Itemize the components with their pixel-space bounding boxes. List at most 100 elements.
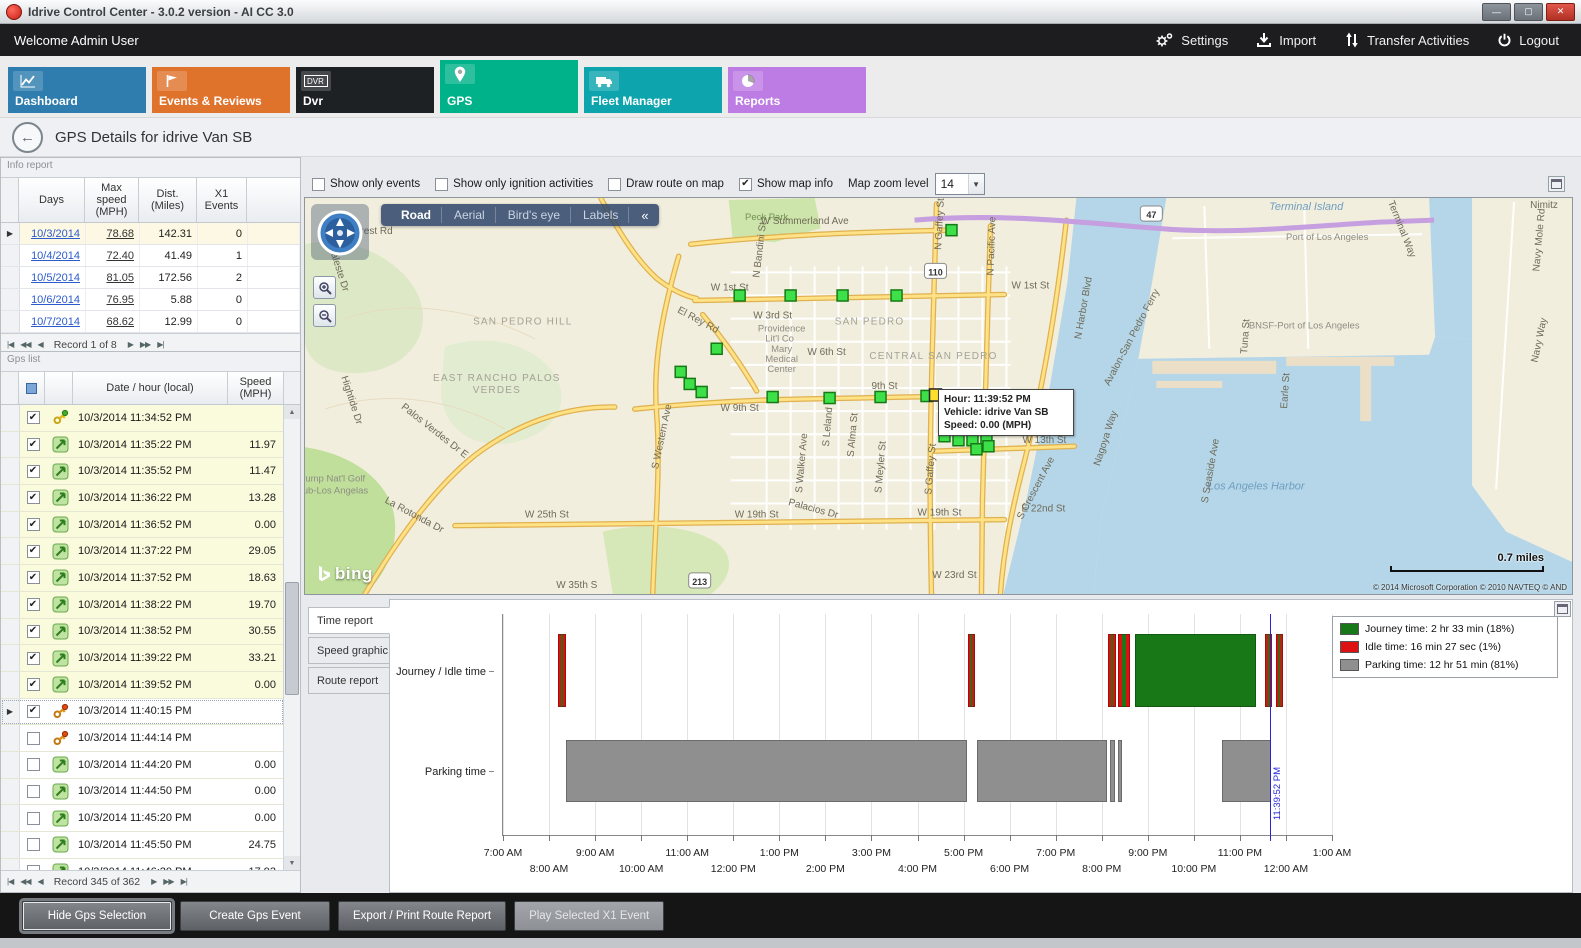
info-report-row[interactable]: 10/6/201476.955.880 — [1, 289, 300, 311]
gps-list-row[interactable]: 10/3/2014 11:46:20 PM17.93 — [1, 859, 284, 870]
pager-prev-page-icon[interactable]: ◀◀ — [20, 877, 30, 886]
gps-list-scrollbar[interactable]: ▲ ▼ — [283, 405, 300, 870]
map-panel[interactable]: Crest RdPeck ParkW Summerland AveMirales… — [304, 197, 1573, 595]
menu-item-import[interactable]: Import — [1256, 32, 1316, 48]
bing-logo[interactable]: bing — [318, 564, 373, 584]
gps-row-checkbox[interactable] — [27, 785, 40, 798]
map-zoom-in-button[interactable] — [313, 276, 336, 299]
max-speed-link[interactable]: 72.40 — [106, 250, 134, 262]
map-mode-aerial[interactable]: Aerial — [444, 207, 496, 223]
report-tab-speed-graphic[interactable]: Speed graphic — [308, 637, 390, 664]
info-report-row[interactable]: 10/7/201468.6212.990 — [1, 311, 300, 333]
max-speed-link[interactable]: 68.62 — [106, 316, 134, 328]
gps-marker[interactable] — [711, 343, 722, 354]
map-compass-control[interactable] — [317, 210, 363, 259]
pager-next-icon[interactable]: ▶ — [128, 340, 133, 349]
tab-reports[interactable]: Reports — [728, 67, 866, 113]
menu-item-logout[interactable]: Logout — [1497, 33, 1559, 48]
create-gps-event-button[interactable]: Create Gps Event — [180, 901, 330, 931]
map-zoom-select[interactable]: 14▼ — [935, 173, 985, 195]
scroll-down-icon[interactable]: ▼ — [284, 856, 300, 870]
max-speed-link[interactable]: 81.05 — [106, 272, 134, 284]
day-link[interactable]: 10/7/2014 — [31, 316, 80, 328]
day-link[interactable]: 10/3/2014 — [31, 228, 80, 240]
gps-row-checkbox[interactable] — [27, 625, 40, 638]
menu-item-settings[interactable]: Settings — [1154, 32, 1228, 48]
gps-list-row[interactable]: ▶10/3/2014 11:40:15 PM — [1, 699, 284, 726]
menu-item-transfer-activities[interactable]: Transfer Activities — [1344, 32, 1469, 48]
gps-list-row[interactable]: 10/3/2014 11:36:22 PM13.28 — [1, 485, 284, 512]
pager-first-icon[interactable]: |◀ — [7, 340, 13, 349]
gps-row-checkbox[interactable] — [27, 545, 40, 558]
day-link[interactable]: 10/4/2014 — [31, 250, 80, 262]
close-button[interactable]: ✕ — [1546, 3, 1575, 21]
column-header[interactable]: Days — [19, 178, 85, 222]
gps-row-checkbox[interactable] — [27, 838, 40, 851]
back-button[interactable]: ← — [12, 122, 43, 153]
gps-marker[interactable] — [837, 290, 848, 301]
gps-list-row[interactable]: 10/3/2014 11:45:20 PM0.00 — [1, 805, 284, 832]
gps-list-row[interactable]: 10/3/2014 11:34:52 PM — [1, 405, 284, 432]
checkbox[interactable] — [435, 178, 448, 191]
tab-dashboard[interactable]: Dashboard — [8, 67, 146, 113]
gps-list-row[interactable]: 10/3/2014 11:35:52 PM11.47 — [1, 458, 284, 485]
gps-row-checkbox[interactable] — [27, 491, 40, 504]
column-header-speed[interactable]: Speed (MPH) — [228, 372, 284, 404]
gps-row-checkbox[interactable] — [27, 758, 40, 771]
info-report-row[interactable]: 10/4/201472.4041.491 — [1, 245, 300, 267]
pager-first-icon[interactable]: |◀ — [7, 877, 13, 886]
checkbox[interactable] — [739, 178, 752, 191]
map-option-show-only-ignition-activities[interactable]: Show only ignition activities — [435, 178, 593, 191]
gps-marker[interactable] — [983, 441, 994, 452]
column-header[interactable]: X1 Events — [197, 178, 247, 222]
gps-list-row[interactable]: 10/3/2014 11:37:22 PM29.05 — [1, 538, 284, 565]
info-report-row[interactable]: 10/5/201481.05172.562 — [1, 267, 300, 289]
gps-list-row[interactable]: 10/3/2014 11:39:22 PM33.21 — [1, 645, 284, 672]
max-speed-link[interactable]: 78.68 — [106, 228, 134, 240]
day-link[interactable]: 10/6/2014 — [31, 294, 80, 306]
map-mode-bird-s-eye[interactable]: Bird's eye — [498, 207, 571, 223]
info-report-row[interactable]: ▶10/3/201478.68142.310 — [1, 223, 300, 245]
checkbox[interactable] — [608, 178, 621, 191]
max-speed-link[interactable]: 76.95 — [106, 294, 134, 306]
gps-marker[interactable] — [675, 366, 686, 377]
gps-list-row[interactable]: 10/3/2014 11:39:52 PM0.00 — [1, 672, 284, 699]
gps-marker[interactable] — [971, 444, 982, 455]
pager-next-icon[interactable]: ▶ — [151, 877, 156, 886]
gps-row-checkbox[interactable] — [27, 571, 40, 584]
export-print-route-report-button[interactable]: Export / Print Route Report — [338, 901, 506, 931]
pager-last-icon[interactable]: ▶| — [157, 340, 163, 349]
gps-marker[interactable] — [824, 392, 835, 403]
tab-dvr[interactable]: DVRDvr — [296, 67, 434, 113]
gps-row-checkbox[interactable] — [27, 598, 40, 611]
map-option-show-map-info[interactable]: Show map info — [739, 178, 833, 191]
gps-marker[interactable] — [891, 290, 902, 301]
pager-next-page-icon[interactable]: ▶▶ — [140, 340, 150, 349]
gps-list-row[interactable]: 10/3/2014 11:45:50 PM24.75 — [1, 832, 284, 859]
column-header[interactable]: Max speed (MPH) — [85, 178, 139, 222]
map-mode-road[interactable]: Road — [391, 207, 442, 223]
maximize-button[interactable]: ▢ — [1514, 3, 1543, 21]
gps-row-checkbox[interactable] — [27, 812, 40, 825]
tab-gps[interactable]: GPS — [440, 60, 578, 113]
gps-row-checkbox[interactable] — [27, 732, 40, 745]
gps-marker[interactable] — [767, 391, 778, 402]
gps-list-row[interactable]: 10/3/2014 11:38:22 PM19.70 — [1, 592, 284, 619]
column-header[interactable]: Dist. (Miles) — [139, 178, 197, 222]
pager-last-icon[interactable]: ▶| — [181, 877, 187, 886]
report-tab-route-report[interactable]: Route report — [308, 667, 390, 694]
minimize-button[interactable]: — — [1482, 3, 1511, 21]
gps-row-checkbox[interactable] — [27, 865, 40, 870]
play-selected-x1-event-button[interactable]: Play Selected X1 Event — [514, 901, 664, 931]
gps-marker[interactable] — [696, 386, 707, 397]
day-link[interactable]: 10/5/2014 — [31, 272, 80, 284]
gps-list-row[interactable]: 10/3/2014 11:44:50 PM0.00 — [1, 779, 284, 806]
select-all-checkbox[interactable] — [19, 372, 45, 404]
gps-list-row[interactable]: 10/3/2014 11:35:22 PM11.97 — [1, 432, 284, 459]
checkbox[interactable] — [312, 178, 325, 191]
gps-marker[interactable] — [946, 225, 957, 236]
gps-marker[interactable] — [785, 290, 796, 301]
gps-list-row[interactable]: 10/3/2014 11:44:20 PM0.00 — [1, 752, 284, 779]
gps-marker[interactable] — [734, 290, 745, 301]
pager-prev-icon[interactable]: ◀ — [38, 877, 43, 886]
